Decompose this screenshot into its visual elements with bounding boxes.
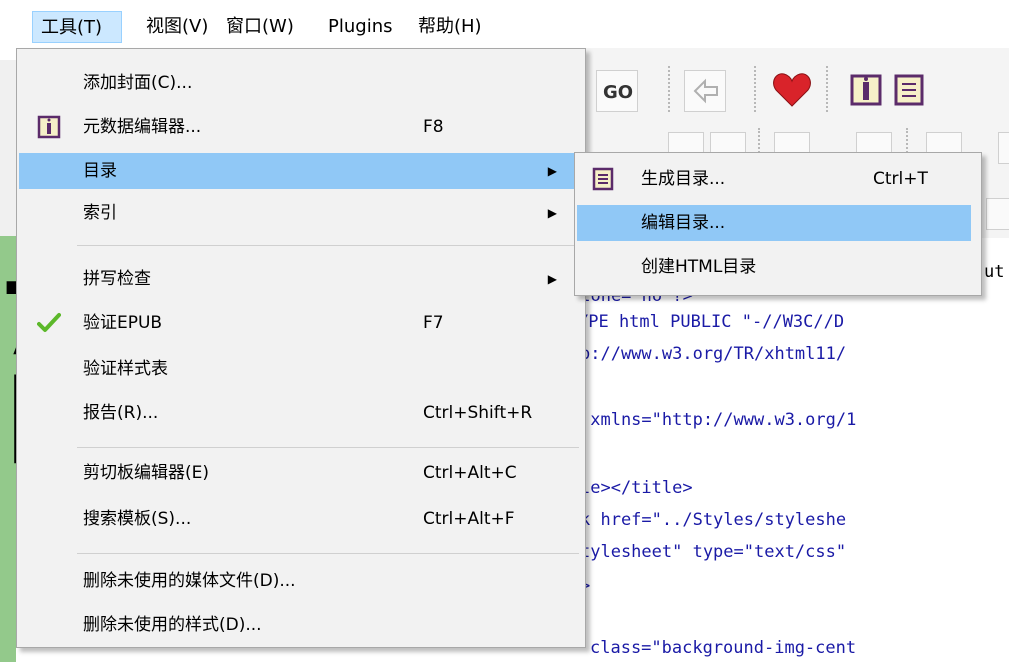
- metadata-book-icon: [37, 115, 61, 139]
- menu-item-label: 搜索模板(S)...: [83, 509, 192, 529]
- menu-item-label: 剪切板编辑器(E): [83, 463, 210, 483]
- arrow-left-icon: [693, 78, 718, 104]
- menu-item-label: 添加封面(C)...: [83, 73, 193, 93]
- menu-item-validate-stylesheets[interactable]: 验证样式表: [19, 351, 583, 387]
- menu-item-shortcut: Ctrl+Alt+C: [423, 463, 517, 483]
- code-line: YPE html PUBLIC "-//W3C//D: [578, 312, 845, 332]
- code-line: ut: [984, 262, 1005, 282]
- menu-item-label: 删除未使用的样式(D)...: [83, 615, 262, 635]
- menu-item-toc[interactable]: 目录 ▶: [19, 153, 583, 189]
- menu-view[interactable]: 视图(V): [138, 11, 216, 43]
- menu-plugins[interactable]: Plugins: [320, 11, 400, 43]
- menu-item-label: 删除未使用的媒体文件(D)...: [83, 571, 296, 591]
- menu-help[interactable]: 帮助(H): [410, 11, 490, 43]
- toolbar-button[interactable]: [986, 198, 1009, 230]
- menu-item-label: 创建HTML目录: [641, 257, 757, 277]
- menu-item-label: 编辑目录...: [641, 213, 726, 233]
- submenu-arrow-icon: ▶: [547, 272, 557, 286]
- menu-window[interactable]: 窗口(W): [218, 11, 302, 43]
- style-dropdown[interactable]: [998, 132, 1009, 164]
- metadata-book-icon: [850, 74, 882, 106]
- menu-item-index[interactable]: 索引 ▶: [19, 195, 583, 231]
- menu-item-delete-unused-styles[interactable]: 删除未使用的样式(D)...: [19, 607, 583, 643]
- toc-submenu: 生成目录... Ctrl+T 编辑目录... 创建HTML目录: [574, 152, 982, 296]
- toc-list-icon: [592, 167, 614, 191]
- menu-item-label: 生成目录...: [641, 169, 726, 189]
- toc-list-icon: [894, 74, 924, 106]
- toolbar-separator: [754, 66, 756, 112]
- toolbar-separator: [826, 66, 828, 112]
- code-line: xmlns="http://www.w3.org/1: [580, 410, 857, 430]
- menu-item-shortcut: F8: [423, 117, 444, 137]
- menu-separator: [77, 447, 579, 448]
- heart-icon: [773, 73, 811, 107]
- menu-tools[interactable]: 工具(T): [32, 11, 122, 43]
- code-line: class="background-img-cent: [590, 638, 857, 658]
- menu-item-shortcut: Ctrl+T: [873, 169, 928, 189]
- back-button[interactable]: [684, 70, 726, 112]
- link-icon: GO: [603, 82, 633, 103]
- menu-item-clipboard-editor[interactable]: 剪切板编辑器(E) Ctrl+Alt+C: [19, 455, 583, 491]
- menu-separator: [77, 245, 579, 246]
- metadata-button[interactable]: [848, 70, 884, 110]
- favorite-button[interactable]: [770, 70, 814, 110]
- toc-button[interactable]: [892, 70, 928, 110]
- menu-item-metadata-editor[interactable]: 元数据编辑器... F8: [19, 109, 583, 145]
- menu-item-delete-unused-media[interactable]: 删除未使用的媒体文件(D)...: [19, 563, 583, 599]
- menu-item-label: 元数据编辑器...: [83, 117, 202, 137]
- toolbar-separator: [668, 66, 670, 112]
- menu-item-search-templates[interactable]: 搜索模板(S)... Ctrl+Alt+F: [19, 501, 583, 537]
- menu-item-add-cover[interactable]: 添加封面(C)...: [19, 65, 583, 101]
- menu-item-reports[interactable]: 报告(R)... Ctrl+Shift+R: [19, 395, 583, 431]
- svg-text:GO: GO: [603, 82, 633, 103]
- menu-item-create-html-toc[interactable]: 创建HTML目录: [577, 249, 979, 285]
- code-editor[interactable]: ut alone="no"?> YPE html PUBLIC "-//W3C/…: [570, 238, 1009, 662]
- menu-item-spellcheck[interactable]: 拼写检查 ▶: [19, 261, 583, 297]
- menu-item-validate-epub[interactable]: 验证EPUB F7: [19, 305, 583, 341]
- code-line: k href="../Styles/styleshe: [580, 510, 847, 530]
- menu-item-shortcut: F7: [423, 313, 444, 333]
- menubar: 工具(T) 视图(V) 窗口(W) Plugins 帮助(H): [0, 0, 1009, 46]
- submenu-arrow-icon: ▶: [547, 206, 557, 220]
- menu-item-label: 拼写检查: [83, 269, 151, 289]
- code-line: p://www.w3.org/TR/xhtml11/: [580, 344, 847, 364]
- submenu-arrow-icon: ▶: [547, 164, 557, 178]
- link-button[interactable]: GO: [596, 70, 638, 112]
- menu-item-label: 验证样式表: [83, 359, 168, 379]
- menu-item-generate-toc[interactable]: 生成目录... Ctrl+T: [577, 161, 979, 197]
- menu-item-shortcut: Ctrl+Alt+F: [423, 509, 515, 529]
- code-line: le></title>: [580, 478, 693, 498]
- menu-separator: [77, 553, 579, 554]
- menu-item-shortcut: Ctrl+Shift+R: [423, 403, 533, 423]
- menu-item-label: 验证EPUB: [83, 313, 163, 333]
- green-checkmark-icon: [37, 313, 61, 332]
- menu-item-edit-toc[interactable]: 编辑目录...: [577, 205, 971, 241]
- menu-item-label: 索引: [83, 203, 117, 223]
- tools-menu: 添加封面(C)... 元数据编辑器... F8 目录 ▶ 索引 ▶ 拼写检查 ▶…: [16, 48, 586, 648]
- menu-item-label: 报告(R)...: [83, 403, 159, 423]
- code-line: tylesheet" type="text/css": [580, 542, 847, 562]
- menu-item-label: 目录: [83, 161, 117, 181]
- preview-glyph: 7目: [0, 270, 16, 470]
